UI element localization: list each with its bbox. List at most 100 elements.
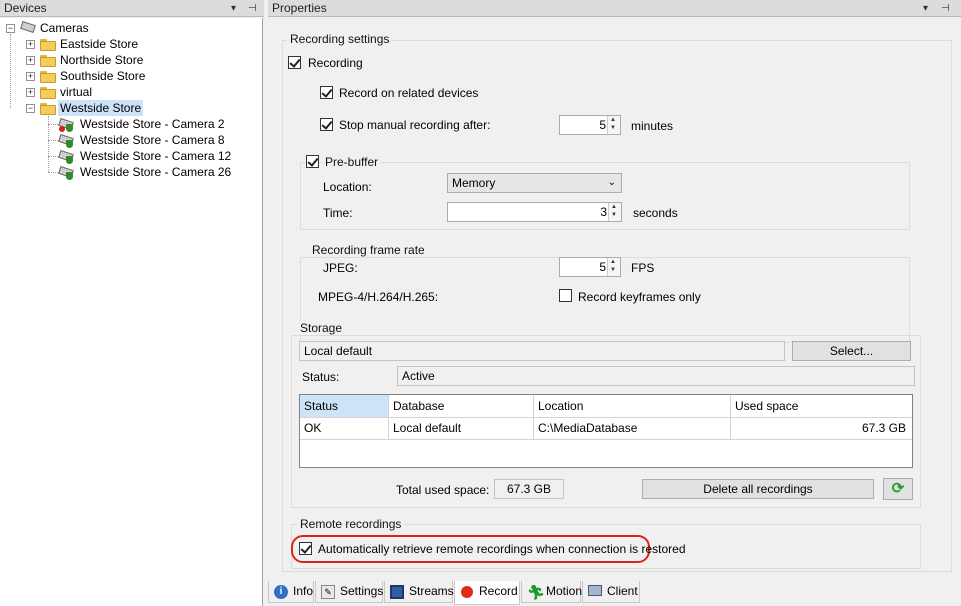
time-unit: seconds	[633, 206, 678, 220]
tab-streams-label: Streams	[409, 584, 454, 598]
cell-location: C:\MediaDatabase	[534, 417, 731, 439]
spin-arrows-icon[interactable]: ▲ ▼	[607, 116, 620, 134]
auto-retrieve-label: Automatically retrieve remote recordings…	[318, 542, 686, 556]
folder-icon	[40, 71, 56, 83]
info-icon: i	[274, 585, 288, 599]
column-header-used-space[interactable]: Used space	[731, 395, 912, 417]
tab-motion[interactable]: 🏃︎ Motion	[521, 581, 583, 603]
keyframes-label: Record keyframes only	[578, 290, 701, 304]
expander-virtual[interactable]: +	[26, 88, 35, 97]
table-row[interactable]: OK Local default C:\MediaDatabase 67.3 G…	[300, 417, 912, 440]
jpeg-fps-value: 5	[599, 260, 606, 274]
storage-title: Storage	[297, 321, 346, 335]
frame-rate-title: Recording frame rate	[309, 243, 428, 257]
column-header-database[interactable]: Database	[389, 395, 534, 417]
total-used-value: 67.3 GB	[494, 479, 564, 499]
tree-folder-southside[interactable]: Southside Store	[60, 68, 145, 84]
properties-tab-bar: i Info ✎ Settings Streams Record 🏃︎ Moti…	[266, 581, 961, 606]
tab-client[interactable]: Client	[582, 581, 640, 603]
tree-folder-virtual[interactable]: virtual	[60, 84, 92, 100]
client-icon	[588, 585, 602, 596]
spin-arrows-icon[interactable]: ▲ ▼	[607, 258, 620, 276]
cell-used-space: 67.3 GB	[861, 421, 906, 435]
camera-icon	[58, 150, 74, 164]
location-select[interactable]: Memory ⌄	[447, 173, 622, 193]
expander-westside[interactable]: −	[26, 104, 35, 113]
stop-manual-unit: minutes	[631, 119, 674, 133]
jpeg-fps-stepper[interactable]: 5 ▲ ▼	[559, 257, 621, 277]
jpeg-fps-unit: FPS	[631, 261, 655, 275]
table-header: Status Database Location Used space	[300, 395, 912, 418]
settings-icon: ✎	[321, 585, 335, 599]
record-icon	[461, 586, 473, 598]
cell-database: Local default	[389, 417, 534, 439]
tree-root-cameras[interactable]: Cameras	[40, 20, 89, 36]
location-value: Memory	[452, 176, 496, 190]
tab-info-label: Info	[293, 584, 314, 598]
storage-status-value: Active	[397, 366, 915, 386]
column-header-location[interactable]: Location	[534, 395, 731, 417]
device-tree[interactable]: − Cameras + Eastside Store + Northside S…	[0, 18, 263, 606]
folder-icon	[40, 39, 56, 51]
record-related-label: Record on related devices	[339, 86, 479, 100]
tree-camera-8[interactable]: Westside Store - Camera 8	[80, 132, 225, 148]
properties-pane-header: Properties ▾ ⊣	[268, 0, 961, 17]
folder-icon	[40, 55, 56, 67]
total-used-label: Total used space:	[396, 483, 490, 497]
tree-folder-westside[interactable]: Westside Store	[58, 100, 144, 116]
location-label: Location:	[323, 180, 372, 194]
stop-manual-checkbox[interactable]	[320, 118, 333, 131]
tab-record-label: Record	[479, 584, 518, 598]
tree-folder-northside[interactable]: Northside Store	[60, 52, 143, 68]
mpeg-label: MPEG-4/H.264/H.265:	[318, 290, 439, 304]
cell-status: OK	[300, 417, 389, 439]
recording-settings-title: Recording settings	[287, 32, 393, 46]
stop-manual-stepper[interactable]: 5 ▲ ▼	[559, 115, 621, 135]
streams-icon	[390, 585, 404, 599]
refresh-button[interactable]: ⟳	[883, 478, 913, 500]
expander-eastside[interactable]: +	[26, 40, 35, 49]
open-folder-icon	[40, 103, 56, 115]
tab-settings[interactable]: ✎ Settings	[315, 581, 383, 603]
record-related-checkbox[interactable]	[320, 86, 333, 99]
prebuffer-checkbox[interactable]	[306, 155, 319, 168]
tab-streams[interactable]: Streams	[384, 581, 454, 603]
tree-camera-2[interactable]: Westside Store - Camera 2	[80, 116, 225, 132]
remote-recordings-title: Remote recordings	[297, 517, 405, 531]
storage-table[interactable]: Status Database Location Used space OK L…	[299, 394, 913, 468]
select-storage-button[interactable]: Select...	[792, 341, 911, 361]
tab-settings-label: Settings	[340, 584, 384, 598]
jpeg-label: JPEG:	[323, 261, 358, 275]
recording-checkbox[interactable]	[288, 56, 301, 69]
delete-all-recordings-button[interactable]: Delete all recordings	[642, 479, 874, 499]
storage-name-field: Local default	[299, 341, 785, 361]
auto-retrieve-checkbox[interactable]	[299, 542, 312, 555]
pane-menu-icon[interactable]: ▾	[923, 0, 928, 17]
pin-icon[interactable]: ⊣	[941, 0, 950, 17]
stop-manual-value: 5	[599, 118, 606, 132]
pane-menu-icon[interactable]: ▾	[231, 0, 236, 17]
folder-icon	[40, 87, 56, 99]
motion-icon: 🏃︎	[527, 584, 545, 600]
tree-camera-12[interactable]: Westside Store - Camera 12	[80, 148, 231, 164]
devices-pane-title: Devices	[4, 1, 47, 15]
expander-cameras[interactable]: −	[6, 24, 15, 33]
expander-northside[interactable]: +	[26, 56, 35, 65]
column-header-status[interactable]: Status	[300, 395, 389, 417]
keyframes-checkbox[interactable]	[559, 289, 572, 302]
pin-icon[interactable]: ⊣	[248, 0, 257, 17]
camera-icon	[58, 166, 74, 180]
cameras-root-icon	[20, 21, 36, 34]
tab-info[interactable]: i Info	[268, 581, 314, 603]
properties-pane-title: Properties	[272, 1, 327, 15]
tree-camera-26[interactable]: Westside Store - Camera 26	[80, 164, 231, 180]
tab-client-label: Client	[607, 584, 638, 598]
spin-arrows-icon[interactable]: ▲ ▼	[608, 203, 621, 221]
tree-folder-eastside[interactable]: Eastside Store	[60, 36, 138, 52]
tab-motion-label: Motion	[546, 584, 583, 598]
tab-record[interactable]: Record	[454, 581, 520, 605]
camera-icon	[58, 134, 74, 148]
time-stepper[interactable]: 3 ▲ ▼	[447, 202, 622, 222]
expander-southside[interactable]: +	[26, 72, 35, 81]
refresh-icon: ⟳	[891, 480, 905, 497]
